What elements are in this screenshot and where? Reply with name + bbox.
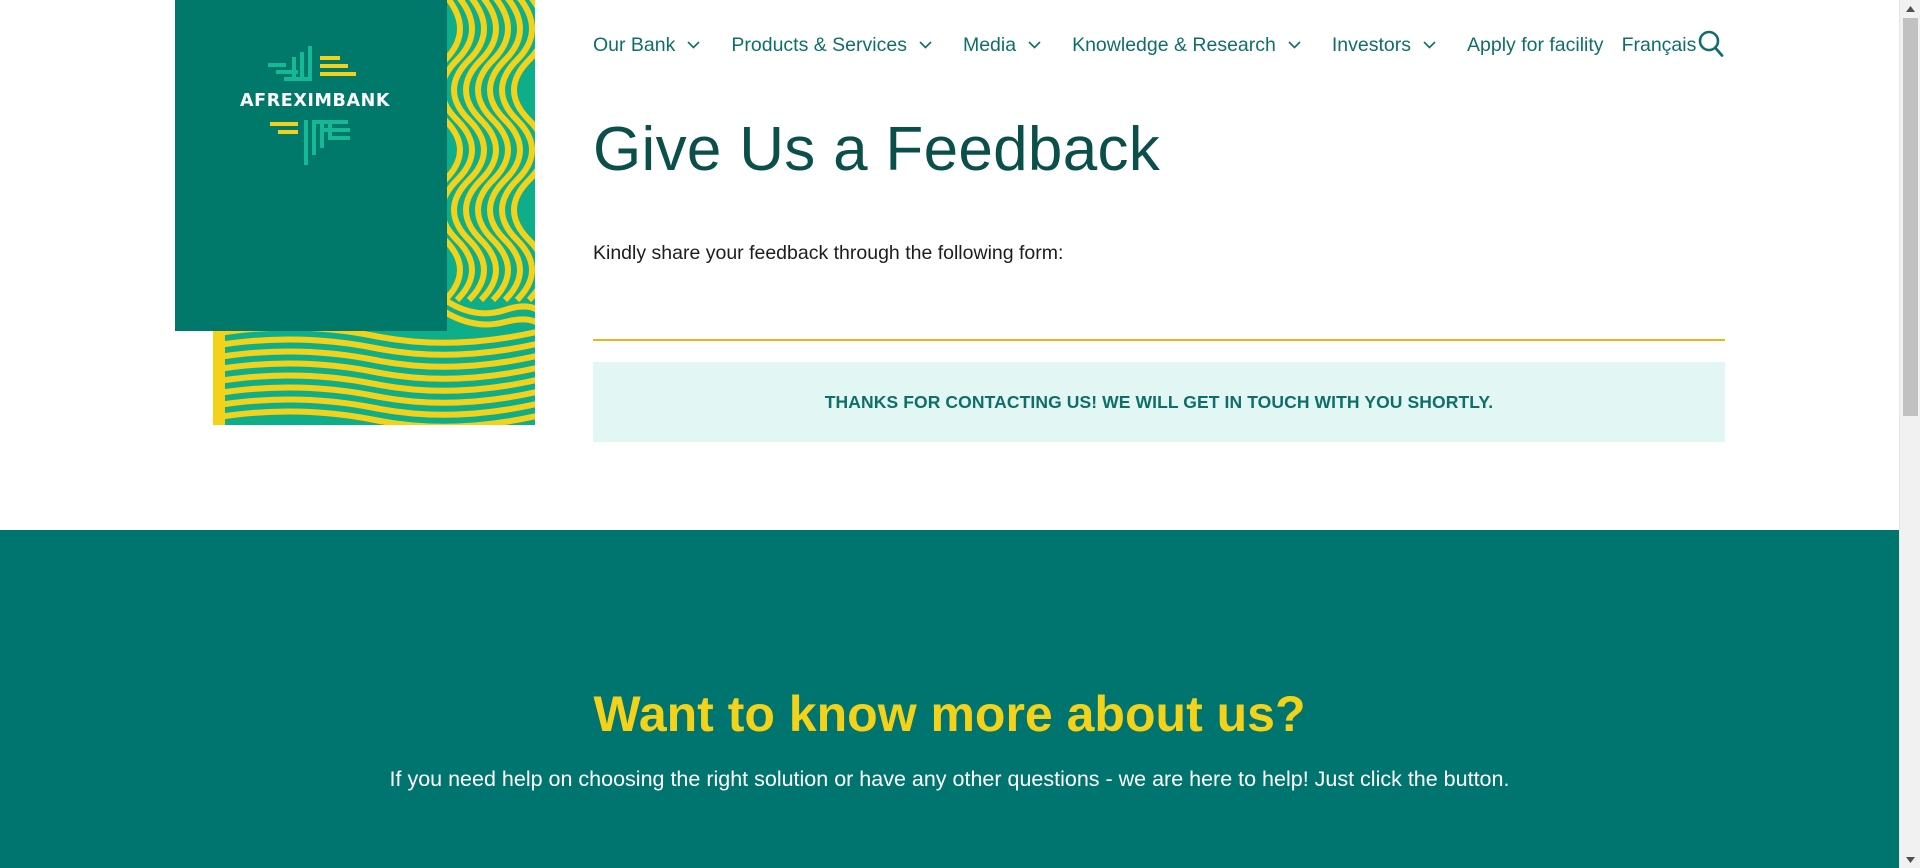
chevron-down-icon [1028,41,1041,49]
nav-label: Media [962,33,1017,56]
scroll-down-arrow[interactable] [1900,851,1920,868]
scroll-up-arrow[interactable] [1900,0,1920,17]
nav-item-apply-for-facility[interactable]: Apply for facility [1467,34,1604,57]
chevron-down-icon [1423,41,1436,49]
nav-label: Apply for facility [1467,33,1604,56]
afreximbank-logo[interactable]: AFREXIMBANK [240,42,391,194]
page: AFREXIMBANK Our Bank Products & Services… [0,0,1899,868]
main-navigation: Our Bank Products & Services Media Knowl… [593,30,1714,60]
triangle-up-icon [1906,5,1915,12]
nav-item-our-bank[interactable]: Our Bank [593,34,700,57]
logo-block[interactable]: AFREXIMBANK [175,0,447,331]
divider [593,339,1725,341]
success-message: THANKS FOR CONTACTING US! WE WILL GET IN… [593,362,1725,442]
nav-item-products-services[interactable]: Products & Services [731,34,932,57]
vertical-scrollbar[interactable] [1899,0,1920,868]
search-button[interactable] [1698,30,1724,58]
nav-item-media[interactable]: Media [963,34,1041,57]
nav-item-knowledge-research[interactable]: Knowledge & Research [1072,34,1301,57]
page-title: Give Us a Feedback [593,115,1161,184]
nav-label: Français [1621,33,1697,56]
nav-label: Knowledge & Research [1072,33,1276,56]
triangle-down-icon [1906,856,1915,863]
intro-text: Kindly share your feedback through the f… [593,242,1064,264]
chevron-down-icon [687,41,700,49]
logo-wordmark: AFREXIMBANK [240,91,391,111]
cta-title: Want to know more about us? [593,686,1306,742]
success-message-text: THANKS FOR CONTACTING US! WE WILL GET IN… [824,391,1494,412]
search-icon [1698,30,1724,57]
chevron-down-icon [1288,41,1301,49]
nav-label: Investors [1331,33,1411,56]
nav-item-investors[interactable]: Investors [1332,34,1436,57]
nav-item-language-french[interactable]: Français [1622,34,1697,57]
cta-text: If you need help on choosing the right s… [389,767,1510,791]
afreximbank-logo-icon [268,46,356,165]
nav-label: Products & Services [731,33,907,56]
contact-cta-section: Want to know more about us? If you need … [0,530,1899,868]
chevron-down-icon [919,41,932,49]
scrollbar-thumb[interactable] [1903,18,1918,416]
nav-label: Our Bank [593,33,676,56]
